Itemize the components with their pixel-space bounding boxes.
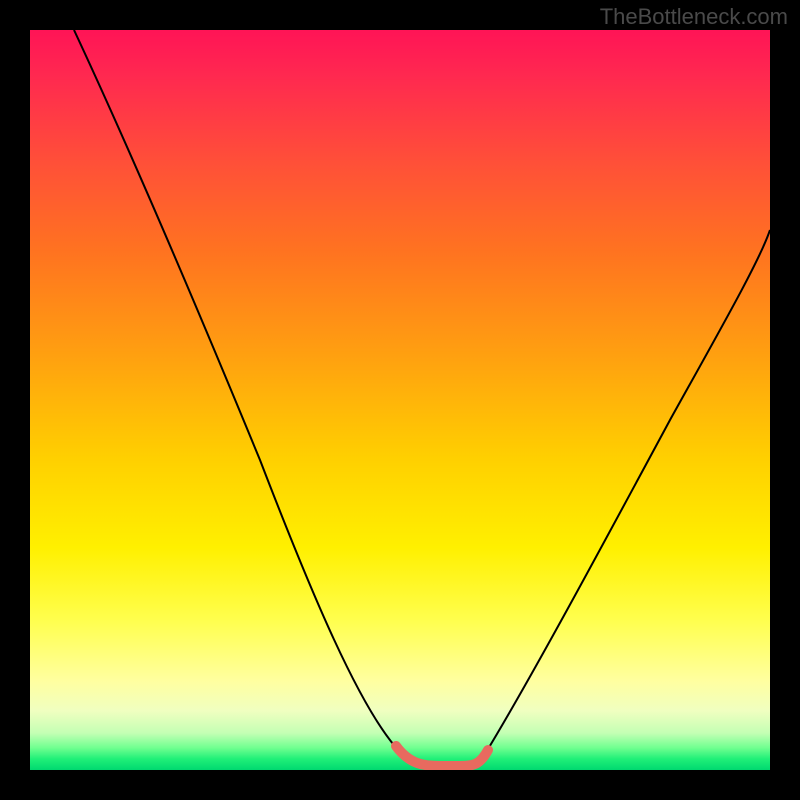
chart-container: TheBottleneck.com: [0, 0, 800, 800]
main-curve: [74, 30, 770, 766]
highlight-segment: [396, 746, 488, 766]
watermark-text: TheBottleneck.com: [600, 4, 788, 30]
plot-area: [30, 30, 770, 770]
curve-layer: [30, 30, 770, 770]
